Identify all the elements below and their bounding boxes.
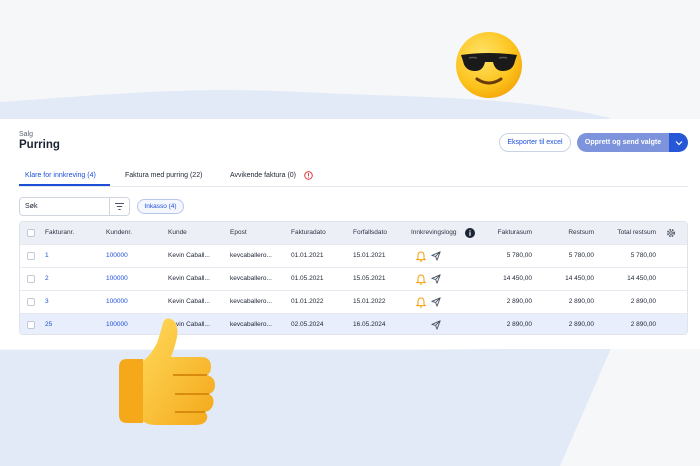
cell-forfallsdato: 16.05.2024 <box>353 321 386 328</box>
create-send-button-group[interactable]: Opprett og send valgte <box>577 133 688 152</box>
filter-icon[interactable] <box>109 198 129 215</box>
cell-total-restsum: 14 450,00 <box>627 275 656 282</box>
send-icon[interactable] <box>431 274 441 284</box>
cell-fakturanr[interactable]: 25 <box>45 314 52 334</box>
tabs-divider <box>19 186 688 187</box>
cell-total-restsum: 2 890,00 <box>630 321 656 328</box>
filter-chip-inkasso[interactable]: Inkasso (4) <box>137 199 184 214</box>
row-checkbox[interactable] <box>27 275 35 283</box>
cell-kunde: Kevin Caball... <box>168 298 210 305</box>
header-fakturadato[interactable]: Fakturadato <box>291 222 326 244</box>
cell-kundenr[interactable]: 100000 <box>106 291 128 313</box>
cell-forfallsdato: 15.05.2021 <box>353 275 386 282</box>
cell-forfallsdato: 15.01.2021 <box>353 252 386 259</box>
chevron-down-icon[interactable] <box>669 133 688 152</box>
cell-fakturadato: 02.05.2024 <box>291 321 324 328</box>
cell-fakturadato: 01.01.2021 <box>291 252 324 259</box>
cell-forfallsdato: 15.01.2022 <box>353 298 386 305</box>
background-wave-top <box>0 90 610 130</box>
cell-fakturanr[interactable]: 1 <box>45 245 49 267</box>
warning-icon <box>304 171 313 180</box>
send-icon[interactable] <box>431 320 441 330</box>
header-forfallsdato[interactable]: Forfallsdato <box>353 222 387 244</box>
cell-fakturanr[interactable]: 3 <box>45 291 49 313</box>
cell-fakturasum: 14 450,00 <box>503 275 532 282</box>
gear-icon[interactable] <box>666 228 676 238</box>
cell-restsum: 14 450,00 <box>565 275 594 282</box>
info-icon[interactable] <box>465 228 475 238</box>
cell-fakturasum: 2 890,00 <box>506 321 532 328</box>
search-input-text[interactable]: Søk <box>20 198 109 215</box>
cell-epost: kevcaballero... <box>230 321 272 328</box>
table-row[interactable]: 3 100000 Kevin Caball... kevcaballero... 01.… <box>20 290 687 313</box>
tab-faktura-med-purring[interactable]: Faktura med purring (22) <box>125 172 202 179</box>
breadcrumb[interactable]: Salg <box>19 131 33 138</box>
row-checkbox[interactable] <box>27 298 35 306</box>
tab-avvikende-faktura[interactable]: Avvikende faktura (0) <box>230 172 296 179</box>
cell-kunde: Kevin Caball... <box>168 252 210 259</box>
cell-kunde: Kevin Caball... <box>168 275 210 282</box>
search-input[interactable]: Søk <box>19 197 130 216</box>
cell-fakturadato: 01.05.2021 <box>291 275 324 282</box>
header-restsum[interactable]: Restsum <box>568 222 594 244</box>
page-title: Purring <box>19 139 60 151</box>
cell-epost: kevcaballero... <box>230 252 272 259</box>
export-excel-button[interactable]: Eksporter til excel <box>499 133 571 152</box>
active-tab-indicator <box>19 184 110 186</box>
thumbs-up-emoji <box>119 318 215 425</box>
table-row[interactable]: 1 100000 Kevin Caball... kevcaballero... 01.… <box>20 244 687 267</box>
header-kundenr[interactable]: Kundenr. <box>106 222 132 244</box>
send-icon[interactable] <box>431 251 441 261</box>
cell-restsum: 5 780,00 <box>568 252 594 259</box>
cell-total-restsum: 5 780,00 <box>630 252 656 259</box>
row-checkbox[interactable] <box>27 252 35 260</box>
table-header: Fakturanr. Kundenr. Kunde Epost Fakturad… <box>20 222 687 244</box>
cell-restsum: 2 890,00 <box>568 298 594 305</box>
table-row[interactable]: 2 100000 Kevin Caball... kevcaballero... 01.… <box>20 267 687 290</box>
row-checkbox[interactable] <box>27 321 35 329</box>
sunglasses-emoji <box>456 32 522 98</box>
bell-icon[interactable] <box>416 251 426 262</box>
cell-kundenr[interactable]: 100000 <box>106 268 128 290</box>
cell-epost: kevcaballero... <box>230 298 272 305</box>
cell-kundenr[interactable]: 100000 <box>106 245 128 267</box>
header-total-restsum[interactable]: Total restsum <box>617 222 656 244</box>
header-kunde[interactable]: Kunde <box>168 222 187 244</box>
background-wave-bottom <box>0 346 612 466</box>
bell-icon[interactable] <box>416 297 426 308</box>
cell-fakturanr[interactable]: 2 <box>45 268 49 290</box>
cell-restsum: 2 890,00 <box>568 321 594 328</box>
header-fakturanr[interactable]: Fakturanr. <box>45 222 74 244</box>
header-epost[interactable]: Epost <box>230 222 247 244</box>
create-send-button[interactable]: Opprett og send valgte <box>577 133 669 152</box>
tab-klare-for-innkreving[interactable]: Klare for innkreving (4) <box>25 172 96 179</box>
cell-fakturadato: 01.01.2022 <box>291 298 324 305</box>
cell-epost: kevcaballero... <box>230 275 272 282</box>
bell-icon[interactable] <box>416 274 426 285</box>
cell-fakturasum: 5 780,00 <box>506 252 532 259</box>
send-icon[interactable] <box>431 297 441 307</box>
header-fakturasum[interactable]: Fakturasum <box>498 222 532 244</box>
header-innkrevingslogg[interactable]: Innkrevingslogg <box>411 222 457 244</box>
cell-total-restsum: 2 890,00 <box>630 298 656 305</box>
cell-fakturasum: 2 890,00 <box>506 298 532 305</box>
select-all-checkbox[interactable] <box>27 229 35 237</box>
